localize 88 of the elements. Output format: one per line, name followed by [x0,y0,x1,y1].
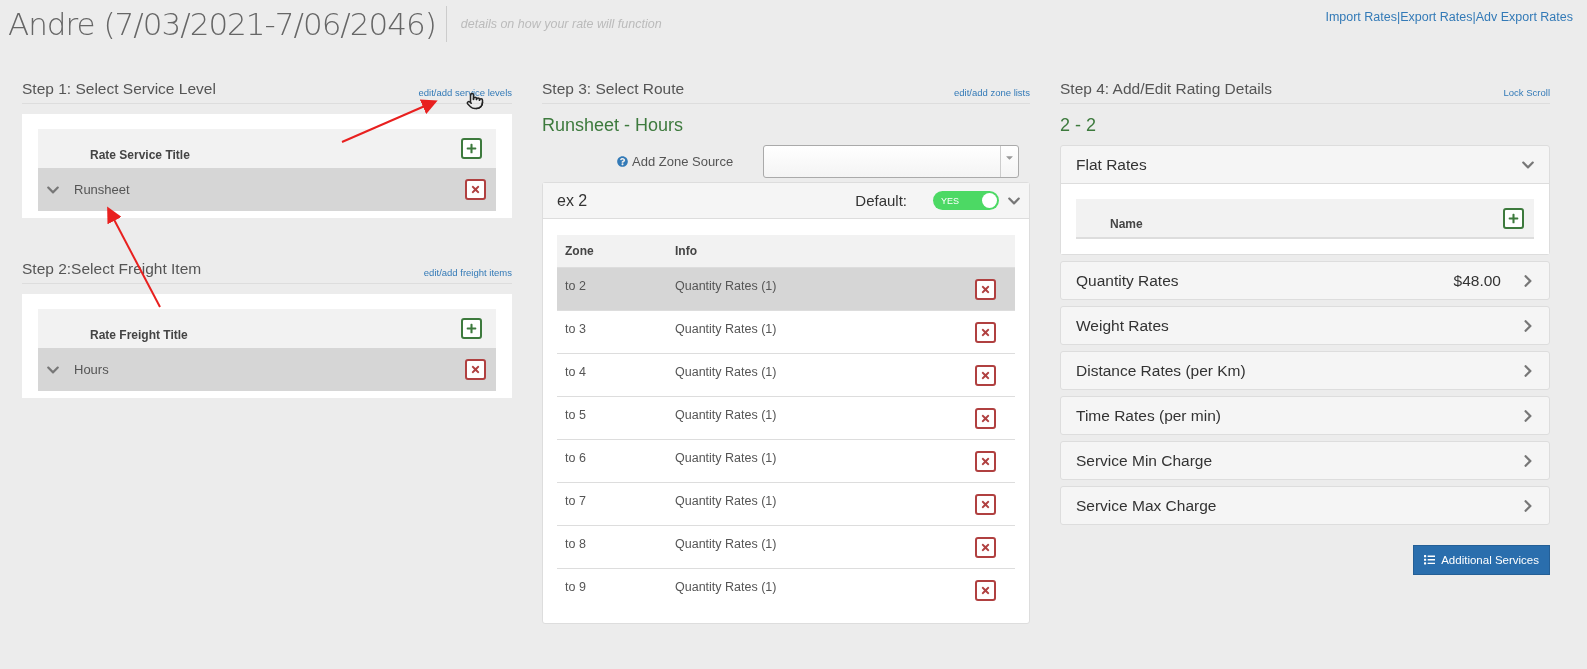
default-label: Default: [855,192,907,209]
column-header: Name [1110,216,1143,231]
table-cell-text: to 6 [565,451,587,465]
lock-scroll-link[interactable]: Lock Scroll [1503,87,1550,98]
section-title: Quantity Rates [1076,271,1180,290]
plus-icon [1508,212,1519,224]
zone-title: 2 - 2 [1060,115,1098,136]
section-title: Weight Rates [1076,316,1170,335]
list-icon [1423,554,1436,566]
link-separator: | [1472,10,1476,24]
table-cell-text: Quantity Rates (1) [675,451,778,465]
delete-button[interactable] [975,579,996,601]
table-cell-text: to 4 [565,365,587,379]
column-header: Zone [565,244,595,258]
step-title: Step 1: Select Service Level [22,80,216,98]
header-link[interactable]: Export Rates [1400,10,1473,24]
table-cell-text: Quantity Rates (1) [675,537,778,551]
close-icon [980,283,991,295]
section-title: Distance Rates (per Km) [1076,361,1247,380]
table-cell-text: to 8 [565,537,587,551]
table-cell-text: Quantity Rates (1) [675,322,778,336]
column-header: Info [675,244,698,258]
zone-row[interactable]: to 2 Quantity Rates (1) [557,267,1015,310]
delete-button[interactable] [975,278,996,300]
add-button[interactable] [1503,207,1524,229]
table-cell-text: to 5 [565,408,587,422]
close-icon [980,412,991,424]
plus-icon [466,323,477,334]
table-cell-text: Quantity Rates (1) [675,365,778,379]
close-icon [980,584,991,596]
route-title: Runsheet - Hours [542,115,685,136]
section-header[interactable]: Quantity Rates $48.00 [1061,262,1549,299]
table-cell-text: to 2 [565,279,587,293]
table-cell-text: Quantity Rates (1) [675,580,778,594]
table-cell-text: to 7 [565,494,587,508]
delete-button[interactable] [975,450,996,472]
close-icon [470,364,481,375]
row-label: Runsheet [74,182,131,197]
close-icon [470,184,481,195]
section-header[interactable]: Time Rates (per min) [1061,397,1549,434]
link-separator: | [1396,10,1401,24]
table-cell-text: Quantity Rates (1) [675,279,778,293]
zone-group-name: ex 2 [557,191,589,210]
step-title: Step 4: Add/Edit Rating Details [1060,80,1272,98]
delete-button[interactable] [465,179,486,200]
add-button[interactable] [461,318,482,339]
close-icon [980,326,991,338]
section-title: Flat Rates [1076,155,1148,174]
table-row[interactable]: Runsheet [38,168,496,211]
header-link[interactable]: Adv Export Rates [1475,10,1573,24]
section-amount: $48.00 [1453,271,1501,290]
field-label: Add Zone Source [632,154,734,169]
table-cell-text: to 9 [565,580,587,594]
section-header[interactable]: Weight Rates [1061,307,1549,344]
plus-icon [466,143,477,154]
section-header[interactable]: Service Min Charge [1061,442,1549,479]
close-icon [980,369,991,381]
column-header: Rate Service Title [90,146,190,162]
section-header[interactable]: Service Max Charge [1061,487,1549,524]
close-icon [980,498,991,510]
section-title: Time Rates (per min) [1076,406,1222,425]
column-header: Rate Freight Title [90,326,188,342]
delete-button[interactable] [975,493,996,515]
delete-button[interactable] [975,536,996,558]
delete-button[interactable] [975,321,996,343]
delete-button[interactable] [465,359,486,380]
edit-link[interactable]: edit/add freight items [423,267,512,278]
section-title: Service Max Charge [1076,496,1218,515]
section-header[interactable]: Distance Rates (per Km) [1061,352,1549,389]
add-button[interactable] [461,138,482,159]
edit-link[interactable]: edit/add zone lists [953,87,1030,98]
additional-services-button[interactable]: Additional Services [1412,545,1550,575]
table-row[interactable]: Hours [38,348,496,391]
delete-button[interactable] [975,364,996,386]
help-icon[interactable] [617,156,628,167]
step-title: Step 3: Select Route [542,80,685,98]
table-cell-text: to 3 [565,322,587,336]
row-label: Hours [74,362,110,377]
section-header[interactable]: Flat Rates [1061,146,1549,183]
delete-button[interactable] [975,407,996,429]
close-icon [980,541,991,553]
edit-link[interactable]: edit/add service levels [418,87,512,98]
page-title: Andre (7/03/2021-7/06/2046) [8,6,447,42]
table-cell-text: Quantity Rates (1) [675,408,778,422]
section-title: Service Min Charge [1076,451,1214,470]
header-link[interactable]: Import Rates [1325,10,1397,24]
table-cell-text: Quantity Rates (1) [675,494,778,508]
close-icon [980,455,991,467]
